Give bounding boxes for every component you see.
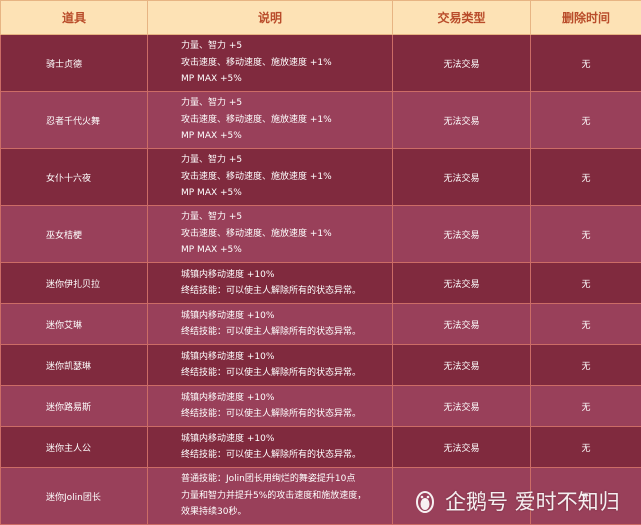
delete-time-cell: 无 — [530, 205, 641, 263]
description-line: 终结技能：可以使主人解除所有的状态异常。 — [181, 450, 362, 460]
table-row: 迷你主人公 城镇内移动速度 +10% 终结技能：可以使主人解除所有的状态异常。 无法交… — [0, 426, 641, 468]
description-line: 城镇内移动速度 +10% — [181, 392, 275, 403]
header-description: 说明 — [147, 0, 393, 35]
table-row: 忍者千代火舞 力量、智力 +5 攻击速度、移动速度、施放速度 +1% MP MAX +… — [0, 91, 641, 149]
description-line: 终结技能：可以使主人解除所有的状态异常。 — [181, 368, 362, 378]
item-name-cell: 迷你艾琳 — [0, 303, 148, 345]
description-line: 攻击速度、移动速度、施放速度 +1% — [181, 171, 332, 182]
trade-type-cell: 无法交易 — [392, 262, 531, 304]
description-line: MP MAX +5% — [181, 131, 242, 142]
item-name-cell: 迷你主人公 — [0, 426, 148, 468]
table-row: 女仆十六夜 力量、智力 +5 攻击速度、移动速度、施放速度 +1% MP MAX +5… — [0, 148, 641, 206]
item-description-cell: 力量、智力 +5 攻击速度、移动速度、施放速度 +1% MP MAX +5% — [147, 91, 393, 149]
delete-time-cell: 无 — [530, 303, 641, 345]
item-name-cell: 巫女桔梗 — [0, 205, 148, 263]
trade-type-cell: 无法交易 — [392, 344, 531, 386]
item-description-cell: 城镇内移动速度 +10% 终结技能：可以使主人解除所有的状态异常。 — [147, 344, 393, 386]
item-description-cell: 力量、智力 +5 攻击速度、移动速度、施放速度 +1% MP MAX +5% — [147, 205, 393, 263]
item-description-cell: 城镇内移动速度 +10% 终结技能：可以使主人解除所有的状态异常。 — [147, 303, 393, 345]
description-line: 普通技能：Jolin团长用绚烂的舞姿提升10点 — [181, 474, 356, 485]
description-line: 攻击速度、移动速度、施放速度 +1% — [181, 114, 332, 125]
item-description-cell: 城镇内移动速度 +10% 终结技能：可以使主人解除所有的状态异常。 — [147, 385, 393, 427]
description-line: 力量、智力 +5 — [181, 212, 243, 223]
item-name-cell: 忍者千代火舞 — [0, 91, 148, 149]
description-line: 攻击速度、移动速度、施放速度 +1% — [181, 228, 332, 239]
table-row: 迷你伊扎贝拉 城镇内移动速度 +10% 终结技能：可以使主人解除所有的状态异常。 无法… — [0, 262, 641, 304]
item-description-cell: 城镇内移动速度 +10% 终结技能：可以使主人解除所有的状态异常。 — [147, 426, 393, 468]
delete-time-cell: 无 — [530, 344, 641, 386]
penguin-icon — [416, 491, 434, 513]
trade-type-cell: 无法交易 — [392, 91, 531, 149]
item-name-cell: 迷你伊扎贝拉 — [0, 262, 148, 304]
trade-type-cell: 无法交易 — [392, 303, 531, 345]
table-row: 迷你艾琳 城镇内移动速度 +10% 终结技能：可以使主人解除所有的状态异常。 无法交易… — [0, 303, 641, 345]
description-line: 城镇内移动速度 +10% — [181, 310, 275, 321]
item-description-cell: 力量、智力 +5 攻击速度、移动速度、施放速度 +1% MP MAX +5% — [147, 34, 393, 92]
item-name-cell: 迷你凯瑟琳 — [0, 344, 148, 386]
item-name-cell: 女仆十六夜 — [0, 148, 148, 206]
delete-time-cell: 无 — [530, 385, 641, 427]
description-line: 终结技能：可以使主人解除所有的状态异常。 — [181, 409, 362, 419]
description-line: MP MAX +5% — [181, 74, 242, 85]
delete-time-cell: 无 — [530, 262, 641, 304]
watermark: 企鹅号 爱时不知归 — [414, 486, 620, 516]
description-line: MP MAX +5% — [181, 188, 242, 199]
table-row: 迷你凯瑟琳 城镇内移动速度 +10% 终结技能：可以使主人解除所有的状态异常。 无法交… — [0, 344, 641, 386]
description-line: 攻击速度、移动速度、施放速度 +1% — [181, 57, 332, 68]
description-line: 终结技能：可以使主人解除所有的状态异常。 — [181, 327, 362, 337]
header-delete-time: 删除时间 — [530, 0, 641, 35]
header-item: 道具 — [0, 0, 148, 35]
description-line: 城镇内移动速度 +10% — [181, 433, 275, 444]
table-row: 骑士贞德 力量、智力 +5 攻击速度、移动速度、施放速度 +1% MP MAX +5%… — [0, 34, 641, 92]
table-header-row: 道具 说明 交易类型 删除时间 — [0, 0, 641, 35]
delete-time-cell: 无 — [530, 148, 641, 206]
trade-type-cell: 无法交易 — [392, 205, 531, 263]
table-row: 巫女桔梗 力量、智力 +5 攻击速度、移动速度、施放速度 +1% MP MAX +5%… — [0, 205, 641, 263]
trade-type-cell: 无法交易 — [392, 385, 531, 427]
trade-type-cell: 无法交易 — [392, 148, 531, 206]
description-line: 力量、智力 +5 — [181, 98, 243, 109]
trade-type-cell: 无法交易 — [392, 426, 531, 468]
description-line: 力量、智力 +5 — [181, 41, 243, 52]
description-line: 城镇内移动速度 +10% — [181, 269, 275, 280]
watermark-text: 企鹅号 爱时不知归 — [445, 490, 620, 514]
description-line: 力量、智力 +5 — [181, 155, 243, 166]
description-line: 效果持续30秒。 — [181, 507, 247, 518]
description-line: 力量和智力并提升5%的攻击速度和施放速度， — [181, 490, 367, 501]
item-description-cell: 力量、智力 +5 攻击速度、移动速度、施放速度 +1% MP MAX +5% — [147, 148, 393, 206]
delete-time-cell: 无 — [530, 91, 641, 149]
table-body: 骑士贞德 力量、智力 +5 攻击速度、移动速度、施放速度 +1% MP MAX +5%… — [0, 34, 641, 525]
items-table: 道具 说明 交易类型 删除时间 骑士贞德 力量、智力 +5 攻击速度、移动速度、施放… — [0, 0, 641, 525]
table-row: 迷你路易斯 城镇内移动速度 +10% 终结技能：可以使主人解除所有的状态异常。 无法交… — [0, 385, 641, 427]
description-line: 终结技能：可以使主人解除所有的状态异常。 — [181, 286, 362, 296]
item-name-cell: 骑士贞德 — [0, 34, 148, 92]
delete-time-cell: 无 — [530, 426, 641, 468]
item-description-cell: 城镇内移动速度 +10% 终结技能：可以使主人解除所有的状态异常。 — [147, 262, 393, 304]
description-line: MP MAX +5% — [181, 245, 242, 256]
item-name-cell: 迷你路易斯 — [0, 385, 148, 427]
trade-type-cell: 无法交易 — [392, 34, 531, 92]
item-name-cell: 迷你Jolin团长 — [0, 467, 148, 525]
delete-time-cell: 无 — [530, 34, 641, 92]
item-description-cell: 普通技能：Jolin团长用绚烂的舞姿提升10点 力量和智力并提升5%的攻击速度和施… — [147, 467, 393, 525]
header-trade-type: 交易类型 — [392, 0, 531, 35]
description-line: 城镇内移动速度 +10% — [181, 351, 275, 362]
